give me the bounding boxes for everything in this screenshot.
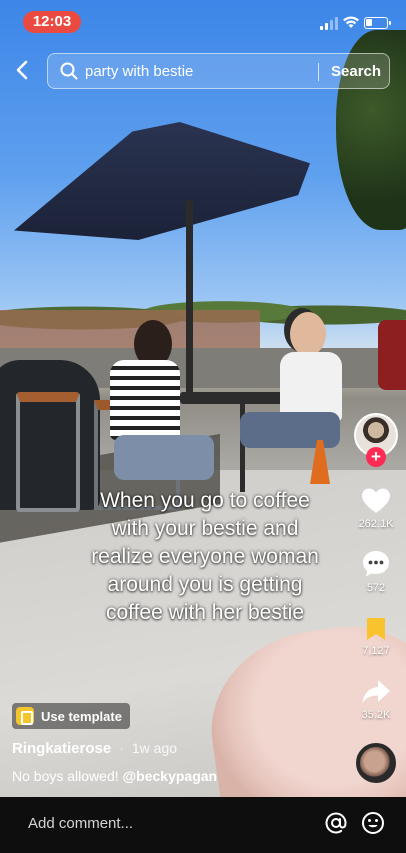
signal-icon: [320, 16, 340, 30]
use-template-button[interactable]: Use template: [12, 703, 130, 729]
follow-button[interactable]: +: [366, 447, 386, 467]
search-button[interactable]: Search: [331, 63, 381, 80]
video-frame[interactable]: [0, 0, 406, 797]
save-button[interactable]: 7,127: [350, 616, 402, 657]
like-button[interactable]: 262.1K: [350, 487, 402, 530]
use-template-label: Use template: [41, 708, 122, 724]
search-bar[interactable]: party with bestie Search: [47, 53, 390, 89]
comment-input[interactable]: Add comment...: [28, 815, 133, 832]
description-text: No boys allowed!: [12, 768, 123, 784]
author-separator: ·: [119, 741, 124, 756]
caption-line: coffee with her bestie: [105, 601, 305, 624]
caption-line: When you go to coffee: [100, 489, 310, 512]
search-divider: [318, 63, 319, 81]
save-count: 7,127: [362, 645, 390, 657]
sound-disc[interactable]: [356, 743, 396, 783]
search-icon: [60, 62, 78, 80]
video-caption: When you go to coffee with your bestie a…: [60, 487, 350, 627]
caption-line: realize everyone woman: [91, 545, 319, 568]
status-time: 12:03: [23, 11, 81, 33]
like-count: 262.1K: [358, 518, 394, 530]
emoji-icon[interactable]: [361, 811, 385, 835]
author-username[interactable]: Ringkatierose: [12, 740, 111, 757]
at-icon[interactable]: [324, 811, 348, 835]
comment-bar: Add comment...: [0, 797, 406, 853]
heart-icon: [362, 488, 390, 513]
share-button[interactable]: 35.2K: [350, 678, 402, 721]
comment-count: 572: [366, 582, 386, 594]
post-description: No boys allowed! @beckypagan: [12, 768, 217, 784]
wifi-icon: [343, 16, 359, 28]
bookmark-icon: [367, 618, 385, 640]
share-count: 35.2K: [361, 709, 391, 721]
woman-white-shirt: [240, 312, 360, 462]
share-arrow-icon: [362, 680, 390, 703]
search-input[interactable]: party with bestie: [85, 63, 193, 80]
back-button[interactable]: [10, 56, 34, 84]
parked-car-red: [378, 320, 406, 390]
creator-avatar[interactable]: +: [354, 413, 398, 467]
caption-line: with your bestie and: [111, 517, 299, 540]
status-bar: 12:03: [0, 0, 406, 44]
comment-icon: [363, 551, 389, 577]
comment-button[interactable]: 572: [350, 549, 402, 594]
back-chevron-icon: [16, 60, 28, 80]
patio-umbrella: [14, 122, 310, 240]
mention-link[interactable]: @beckypagan: [123, 768, 218, 784]
template-icon: [16, 707, 34, 725]
post-time: 1w ago: [131, 740, 178, 756]
battery-icon: [364, 17, 391, 29]
caption-line: around you is getting: [107, 573, 303, 596]
author-line: Ringkatierose · 1w ago: [12, 740, 177, 757]
